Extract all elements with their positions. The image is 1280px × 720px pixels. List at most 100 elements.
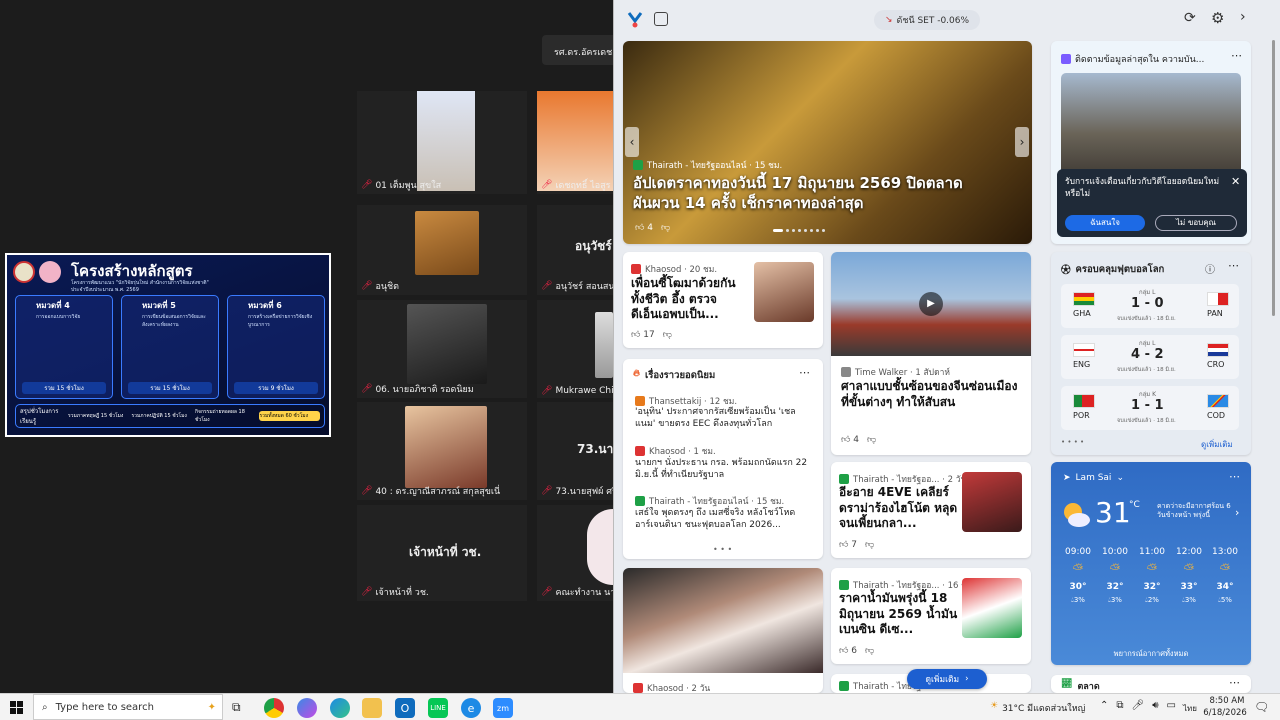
match-row[interactable]: ENG กลุ่ม L 4 - 2 จบเเข่งขันแล้ว · 18 มิ… (1061, 335, 1239, 379)
more-options-icon[interactable]: ⋯ (1229, 470, 1240, 483)
weather-card[interactable]: ➤ Lam Sai ⌄ ⋯ 31 °C คาดว่าจะมีอากาศร้อน 6 … (1051, 462, 1251, 665)
line-icon[interactable]: LINE (428, 698, 448, 718)
football-card[interactable]: ⚽︎ ครอบคลุมฟุตบอลโลก ⓘ ⋯ GHA กลุ่ม L 1 - … (1051, 252, 1251, 455)
video-tile[interactable]: 🎤︎Mukrawe Chimp (537, 300, 613, 398)
dislike-icon[interactable]: 👎︎ (663, 330, 672, 340)
news-card[interactable]: Thairath - ไทยรัฐออ... · 16 ชม. ราคาน้ำม… (831, 568, 1031, 664)
carousel-dots[interactable] (773, 229, 883, 233)
forecast-link[interactable]: พยากรณ์อากาศทั้งหมด (1051, 648, 1251, 660)
play-icon[interactable]: ▶ (919, 292, 943, 316)
like-icon[interactable]: 👍︎ 6 (839, 646, 857, 656)
location-label[interactable]: ➤ Lam Sai ⌄ (1063, 473, 1124, 483)
hero-headline[interactable]: อัปเดตราคาทองวันนี้ 17 มิถุนายน 2569 ปิด… (633, 174, 993, 213)
participant-name: 73.นายสุฟผ์ ศรี (555, 487, 613, 497)
video-promo-card[interactable]: ติดตามข้อมูลล่าสุดใน ความบัน... ⋯ รับการ… (1051, 41, 1251, 244)
thairath-logo-icon (839, 580, 849, 590)
video-tile[interactable]: 🎤︎คณะทำงาน นายร (537, 505, 613, 601)
news-card[interactable]: Khaosod · 2 วัน (623, 568, 823, 693)
trending-item[interactable]: เสธ์ใจ พุดตรงๆ ถึง เมสซี่จริง หลังโชว์โห… (635, 507, 815, 531)
news-reactions: 👍︎ 4 👎︎ (841, 435, 876, 445)
search-box[interactable]: ⌕ Type here to search ✦ (33, 694, 223, 720)
scrollbar[interactable] (1272, 40, 1275, 316)
tray-icons[interactable]: ⌃ ⧉ 🎤︎ 🔊︎ ▭ (1100, 700, 1176, 711)
copilot-sparkle-icon: ✦ (207, 701, 216, 713)
mic-muted-icon: 🎤︎ (361, 384, 373, 394)
clock-time[interactable]: 8:50 AM (1207, 696, 1247, 706)
see-more-button[interactable]: ดูเพิ่มเติม › (907, 669, 987, 689)
dislike-icon[interactable]: 👎︎ (661, 223, 670, 233)
mic-muted-icon: 🎤︎ (361, 180, 373, 190)
hourly-forecast: 12:00 ⛅︎ 33° 💧︎3% (1172, 547, 1206, 605)
video-tile[interactable]: อนุวัชร์ 🎤︎อนุวัชร์ สอนสนาม (537, 205, 613, 295)
edge-dev-icon[interactable]: e (461, 698, 481, 718)
dislike-icon[interactable]: 👎︎ (865, 540, 874, 550)
copilot-icon[interactable] (297, 698, 317, 718)
dislike-icon[interactable]: 👎︎ (867, 435, 876, 445)
video-tile[interactable]: 🎤︎ อนุชิต (357, 205, 527, 295)
more-options-icon[interactable]: ⋯ (1231, 49, 1242, 62)
video-tile[interactable]: 73.นาย 🎤︎73.นายสุฟผ์ ศรี (537, 402, 613, 500)
video-tile[interactable]: 🎤︎ เดชฤทธิ์ ไอสูร (537, 91, 613, 194)
chevron-right-icon[interactable]: › (1240, 9, 1246, 25)
zoom-icon[interactable]: zm (493, 698, 513, 718)
info-icon[interactable]: ⓘ (1205, 261, 1215, 276)
dislike-icon[interactable]: 👎︎ (865, 646, 874, 656)
pin-icon[interactable] (654, 12, 668, 26)
language-indicator[interactable]: ไทย (1183, 702, 1197, 715)
like-icon[interactable]: 👍︎ 7 (839, 540, 857, 550)
prev-arrow-button[interactable]: ‹ (625, 127, 639, 157)
chevron-right-icon[interactable]: › (1235, 506, 1239, 519)
like-icon[interactable]: 👍︎ 17 (631, 330, 655, 340)
participant-photo (405, 406, 487, 488)
news-card[interactable]: Thairath - ไทยรัฐออ... · 2 วัน อีะอาย 4E… (831, 462, 1031, 558)
weather-alert[interactable]: คาดว่าจะมีอากาศร้อน 6 วันข้างหน้า พรุ่งน… (1157, 502, 1235, 521)
video-tile[interactable]: 🎤︎ 40 : ดร.ญาณีสาภรณ์ สกุลสุขเนี่ (357, 402, 527, 500)
gear-icon[interactable]: ⚙ (1211, 9, 1224, 27)
task-view-icon[interactable]: ⧉ (232, 700, 241, 715)
market-ticker[interactable]: ↘ ดัชนี SET -0.06% (874, 10, 980, 30)
trending-item[interactable]: นายกฯ นั่งประธาน กรอ. พร้อมถกนัดแรก 22 ม… (635, 457, 815, 481)
like-icon[interactable]: 👍︎ 4 (841, 435, 859, 445)
widgets-logo-icon[interactable] (626, 10, 644, 28)
tile-slide-thumb (537, 91, 613, 191)
pager-dots[interactable]: • • • • (1061, 438, 1084, 446)
close-icon[interactable]: ✕ (1231, 175, 1240, 188)
edge-icon[interactable] (330, 698, 350, 718)
decline-button[interactable]: ไม่ ขอบคุณ (1155, 215, 1237, 231)
hero-news-card[interactable]: ‹ › Thairath - ไทยรัฐออนไลน์ · 15 ชม. อั… (623, 41, 1032, 244)
file-explorer-icon[interactable] (362, 698, 382, 718)
accept-button[interactable]: ฉันสนใจ (1065, 215, 1145, 231)
refresh-icon[interactable]: ⟳ (1184, 10, 1196, 26)
video-tile[interactable]: เจ้าหน้าที่ วช. 🎤︎ เจ้าหน้าที่ วช. (357, 505, 527, 601)
search-icon: ⌕ (42, 701, 48, 713)
more-options-icon[interactable]: ⋯ (1229, 676, 1240, 689)
more-options-icon[interactable]: ⋯ (799, 366, 810, 379)
pager-dots[interactable]: • • • (713, 545, 732, 554)
news-headline[interactable]: ศาลาแบบชั้นซ้อนของจีนซ่อนเมืองที่ขั้นต่า… (841, 379, 1023, 410)
video-tile[interactable]: 🎤︎ 01 เต็มพูน สุขใส (357, 91, 527, 194)
video-tile[interactable]: 🎤︎ 06. นายอภิชาติ รอดนิยม (357, 300, 527, 398)
news-headline[interactable]: อีะอาย 4EVE เคลียร์ ดราม่าร้องไฮโน้ต หลุ… (839, 485, 961, 532)
news-headline[interactable]: ราคาน้ำมันพรุ่งนี้ 18 มิถุนายน 2569 น้ำม… (839, 591, 961, 638)
video-news-card[interactable]: ▶ Time Walker · 1 สัปดาห์ ศาลาแบบชั้นซ้อ… (831, 252, 1031, 455)
slide-summary: สรุปชั่วโมงการเรียนรู้ รวมภาคทฤษฎี 15 ชั… (15, 404, 325, 428)
clock-date[interactable]: 6/18/2026 (1203, 708, 1247, 718)
windows-start-icon[interactable] (10, 701, 23, 714)
news-thumbnail (962, 578, 1022, 638)
mic-muted-icon: 🎤︎ (361, 587, 373, 597)
match-row[interactable]: POR กลุ่ม K 1 - 1 จบเเข่งขันแล้ว · 18 มิ… (1061, 386, 1239, 430)
next-arrow-button[interactable]: › (1015, 127, 1029, 157)
see-more-link[interactable]: ดูเพิ่มเติม (1201, 438, 1233, 451)
market-card[interactable]: 📈︎ ตลาด ⋯ (1051, 675, 1251, 693)
like-icon[interactable]: 👍︎ 4 (635, 223, 653, 233)
notification-icon[interactable]: 🗨︎ (1254, 700, 1269, 714)
news-headline[interactable]: เพื่อนซี้โฒมาด้วยกัน ทั้งชีวิต อึ้ง ตรวจ… (631, 276, 751, 323)
match-row[interactable]: GHA กลุ่ม L 1 - 0 จบเเข่งขันแล้ว · 18 มิ… (1061, 284, 1239, 328)
news-card[interactable]: Khaosod · 20 ชม. เพื่อนซี้โฒมาด้วยกัน ทั… (623, 252, 823, 348)
outlook-icon[interactable]: O (395, 698, 415, 718)
chrome-icon[interactable] (264, 698, 284, 718)
trending-card[interactable]: 🔥︎ เรื่องราวยอดนิยม ⋯ Thansettakij · 12 ช… (623, 359, 823, 559)
trending-item[interactable]: 'อนุทิน' ประกาศจากรัสเซียพร้อมเป็น 'เชลแ… (635, 406, 815, 430)
weather-tray[interactable]: ☀ 31°C มีแดดส่วนใหญ่ (990, 701, 1085, 715)
more-options-icon[interactable]: ⋯ (1228, 259, 1239, 272)
